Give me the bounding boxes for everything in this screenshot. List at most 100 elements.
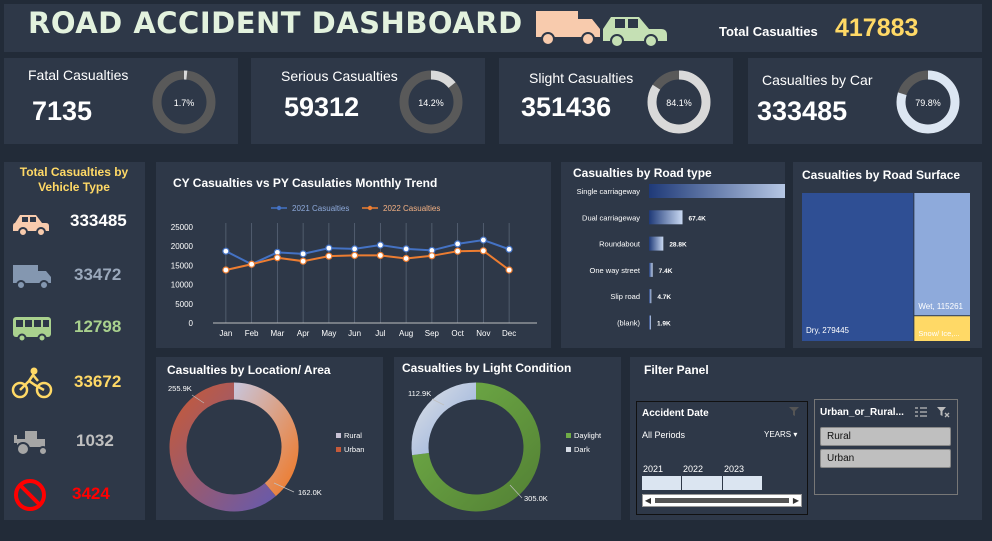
bar-value-label: 1.9K (657, 321, 671, 328)
x-tick-label: Jun (348, 329, 361, 338)
donut-slice (411, 382, 477, 456)
legend-label: 2021 Casualties (292, 204, 349, 213)
x-tick-label: Oct (451, 329, 464, 338)
year-label-2021: 2021 (643, 464, 664, 474)
truck-car-logo-icon (536, 11, 667, 47)
treemap-label: Snow/ Ice,... (918, 329, 959, 338)
donut-percent-label: 14.2% (418, 98, 444, 108)
treemap-label: Wet, 115261 (918, 302, 963, 311)
bicycle-icon (11, 367, 53, 399)
legend-swatch (336, 433, 341, 438)
kpi-label: Fatal Casualties (28, 67, 129, 83)
data-point (479, 247, 487, 255)
bus-icon (13, 317, 51, 343)
legend-label: Urban (344, 445, 364, 454)
bar (649, 236, 664, 251)
bar-category-label: Dual carriageway (582, 213, 640, 222)
data-point (351, 251, 359, 260)
vehicle-value: 33672 (74, 372, 122, 391)
data-point (505, 266, 513, 274)
vehicle-value: 33472 (74, 265, 122, 284)
bar-category-label: One way street (590, 266, 641, 275)
y-tick-label: 20000 (171, 242, 194, 251)
x-tick-label: Jan (219, 329, 232, 338)
legend-label: Dark (574, 445, 590, 454)
road-surface-treemap: Dry, 279445 Wet, 115261 Snow/ Ice,... (802, 193, 970, 341)
data-point (325, 252, 333, 260)
bar (649, 184, 785, 198)
legend-label: 2022 Casualties (383, 204, 440, 213)
x-tick-label: May (321, 329, 336, 338)
scroll-left-icon[interactable]: ◀ (643, 495, 653, 506)
kpi-label: Slight Casualties (529, 70, 634, 86)
kpi-label: Serious Casualties (281, 68, 398, 84)
treemap-cell (802, 193, 914, 341)
urban-rural-title: Urban_or_Rural... (820, 407, 904, 418)
kpi-value: 59312 (284, 92, 360, 122)
legend-marker (367, 205, 373, 211)
x-tick-label: Aug (399, 329, 413, 338)
data-point (402, 254, 410, 263)
slice-value-label: 162.0K (298, 488, 322, 497)
y-tick-label: 10000 (171, 281, 194, 290)
accident-date-title: Accident Date (642, 408, 709, 419)
x-tick-label: Feb (245, 329, 259, 338)
monthly-trend-chart: 2021 Casualties 2022 Casualties 0 5000 10000… (171, 204, 537, 338)
donut-percent-label: 1.7% (174, 98, 195, 108)
total-casualties-value: 417883 (835, 14, 919, 42)
legend-swatch (336, 447, 341, 452)
kpi-donut: 84.1% (647, 70, 711, 134)
timeline-bar-2023[interactable] (723, 476, 762, 490)
donut-slice (233, 382, 299, 497)
years-dropdown[interactable]: YEARS ▾ (764, 430, 797, 439)
clear-filter-icon[interactable] (788, 406, 800, 417)
truck-icon (13, 265, 51, 290)
year-label-2023: 2023 (724, 464, 745, 474)
x-tick-label: Jul (375, 329, 385, 338)
bar-value-label: 4.7K (657, 294, 671, 301)
data-point (351, 245, 359, 253)
scroll-thumb[interactable] (655, 498, 789, 503)
data-point (479, 236, 487, 244)
x-tick-label: Apr (297, 329, 310, 338)
timeline-bar-2021[interactable] (642, 476, 681, 490)
data-point (376, 251, 384, 260)
bar-value-label: 67.4K (689, 215, 707, 222)
data-point (273, 254, 281, 262)
scroll-right-icon[interactable]: ▶ (791, 495, 801, 506)
data-point (454, 240, 462, 248)
total-casualties-label: Total Casualties (719, 24, 818, 39)
clear-filter-icon[interactable] (936, 406, 950, 418)
slice-value-label: 305.0K (524, 494, 548, 503)
kpi-donut: 14.2% (399, 70, 463, 134)
year-label-2022: 2022 (683, 464, 704, 474)
bar-category-label: Slip road (610, 292, 640, 301)
all-periods-label: All Periods (642, 430, 686, 440)
filter-panel-title: Filter Panel (644, 363, 709, 377)
y-tick-label: 25000 (171, 223, 194, 232)
road-surface-title: Casualties by Road Surface (802, 168, 961, 182)
slicer-option-rural-label: Rural (827, 431, 851, 442)
legend-swatch (566, 447, 571, 452)
data-point (454, 247, 462, 255)
treemap-cell (914, 193, 970, 316)
vehicle-value: 3424 (72, 484, 110, 503)
vehicle-value: 12798 (74, 317, 122, 336)
timeline-bar-2022[interactable] (682, 476, 722, 490)
light-title: Casualties by Light Condition (402, 361, 572, 375)
treemap-label: Dry, 279445 (806, 326, 850, 335)
y-tick-label: 5000 (175, 300, 193, 309)
x-tick-label: Dec (502, 329, 516, 338)
car-icon (13, 215, 49, 237)
slice-value-label: 112.9K (408, 389, 431, 398)
bar-category-label: Roundabout (599, 240, 641, 249)
kpi-donut: 79.8% (896, 70, 960, 134)
kpi-value: 7135 (32, 96, 93, 126)
data-point (222, 266, 230, 274)
multi-select-icon[interactable] (914, 406, 928, 418)
bar-value-label: 7.4K (659, 268, 673, 275)
y-tick-label: 0 (189, 319, 194, 328)
donut-slice (169, 382, 276, 512)
kpi-value: 351436 (521, 92, 612, 122)
bar (649, 262, 653, 277)
